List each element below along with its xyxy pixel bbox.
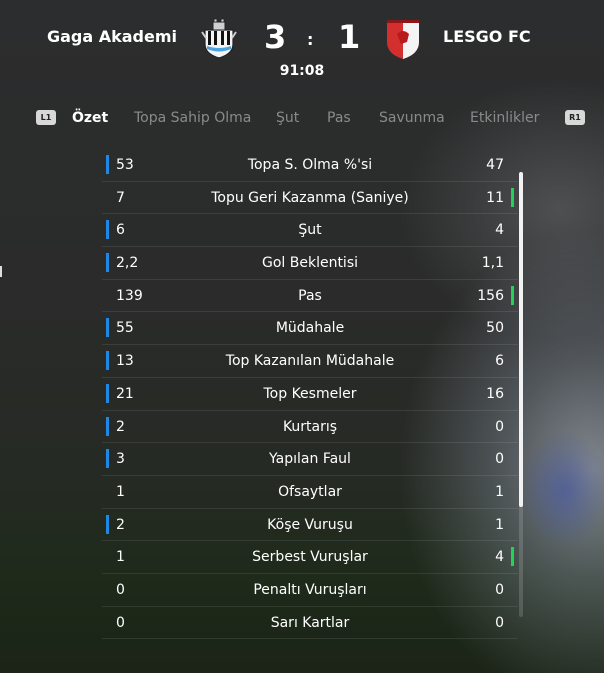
stat-label: Topu Geri Kazanma (Saniye) [211, 189, 409, 206]
away-stat-value: 0 [495, 418, 504, 435]
away-stat-value: 0 [495, 581, 504, 598]
away-stat-value: 50 [486, 320, 504, 337]
tab-passing[interactable]: Pas [327, 110, 351, 126]
away-lead-marker [511, 285, 514, 305]
stat-label: Sarı Kartlar [270, 614, 350, 631]
away-stat-value: 4 [495, 549, 504, 566]
stat-label: Müdahale [275, 320, 345, 337]
edge-indicator [0, 266, 2, 277]
stat-row: 1 Serbest Vuruşlar 4 [102, 541, 518, 574]
stat-row: 0 Sarı Kartlar 0 [102, 607, 518, 640]
away-team-name: LESGO FC [443, 27, 531, 46]
stat-label: Top Kesmeler [263, 385, 357, 402]
away-crest-icon [387, 20, 419, 59]
stat-row: 53 Topa S. Olma %'si 47 [102, 149, 518, 182]
stat-label: Pas [298, 287, 322, 304]
stat-row: 0 Penaltı Vuruşları 0 [102, 574, 518, 607]
score-separator: : [307, 30, 314, 49]
stat-row: 1 Ofsaytlar 1 [102, 476, 518, 509]
away-lead-marker [511, 187, 514, 207]
away-stat-value: 1,1 [481, 255, 504, 272]
stat-row: 13 Top Kazanılan Müdahale 6 [102, 345, 518, 378]
tab-summary[interactable]: Özet [72, 110, 108, 126]
background-ball-shade [520, 430, 604, 550]
stat-row: 3 Yapılan Faul 0 [102, 443, 518, 476]
stat-row: 2 Kurtarış 0 [102, 411, 518, 444]
stat-label: Yapılan Faul [269, 451, 351, 468]
match-clock: 91:08 [279, 63, 325, 79]
away-stat-value: 6 [495, 353, 504, 370]
stat-label: Şut [298, 222, 322, 239]
stat-row: 2 Köşe Vuruşu 1 [102, 509, 518, 542]
stats-tab-bar: L1 Özet Topa Sahip Olma Şut Pas Savunma … [0, 108, 604, 130]
scrollbar[interactable] [519, 172, 523, 617]
tab-events[interactable]: Etkinlikler [470, 110, 539, 126]
stat-label: Gol Beklentisi [261, 255, 359, 272]
l1-button-icon[interactable]: L1 [36, 110, 56, 125]
stat-row: 55 Müdahale 50 [102, 312, 518, 346]
away-score: 1 [338, 18, 361, 56]
stat-label: Ofsaytlar [278, 483, 342, 500]
scrollbar-thumb[interactable] [519, 172, 523, 507]
tab-possession[interactable]: Topa Sahip Olma [134, 110, 251, 126]
stat-row: 2,2 Gol Beklentisi 1,1 [102, 247, 518, 280]
stat-row: 21 Top Kesmeler 16 [102, 378, 518, 411]
home-team-name: Gaga Akademi [46, 27, 177, 46]
away-stat-value: 156 [477, 287, 504, 304]
stat-label: Topa S. Olma %'si [247, 157, 373, 173]
away-stat-value: 0 [495, 451, 504, 468]
away-stat-value: 0 [495, 614, 504, 631]
away-stat-value: 47 [486, 157, 504, 173]
r1-button-icon[interactable]: R1 [565, 110, 585, 125]
away-stat-value: 4 [495, 222, 504, 239]
stat-row: 6 Şut 4 [102, 214, 518, 248]
home-crest-icon [201, 18, 237, 59]
stat-label: Serbest Vuruşlar [252, 549, 368, 566]
stat-label: Penaltı Vuruşları [253, 581, 367, 598]
away-lead-marker [511, 547, 514, 567]
stat-label: Kurtarış [282, 418, 338, 435]
stat-label: Köşe Vuruşu [267, 516, 353, 533]
stat-row: 139 Pas 156 [102, 280, 518, 313]
away-stat-value: 1 [495, 516, 504, 533]
away-stat-value: 16 [486, 385, 504, 402]
home-score: 3 [264, 18, 287, 56]
scoreboard: Gaga Akademi 3 : 1 LESGO FC 91:08 [0, 0, 604, 90]
away-stat-value: 1 [495, 483, 504, 500]
stat-row: 7 Topu Geri Kazanma (Saniye) 11 [102, 182, 518, 215]
tab-shooting[interactable]: Şut [276, 110, 299, 126]
tab-defending[interactable]: Savunma [379, 110, 445, 126]
away-stat-value: 11 [486, 189, 504, 206]
stats-table: 53 Topa S. Olma %'si 47 7 Topu Geri Kazanma … [102, 149, 518, 640]
stat-label: Top Kazanılan Müdahale [225, 353, 395, 370]
